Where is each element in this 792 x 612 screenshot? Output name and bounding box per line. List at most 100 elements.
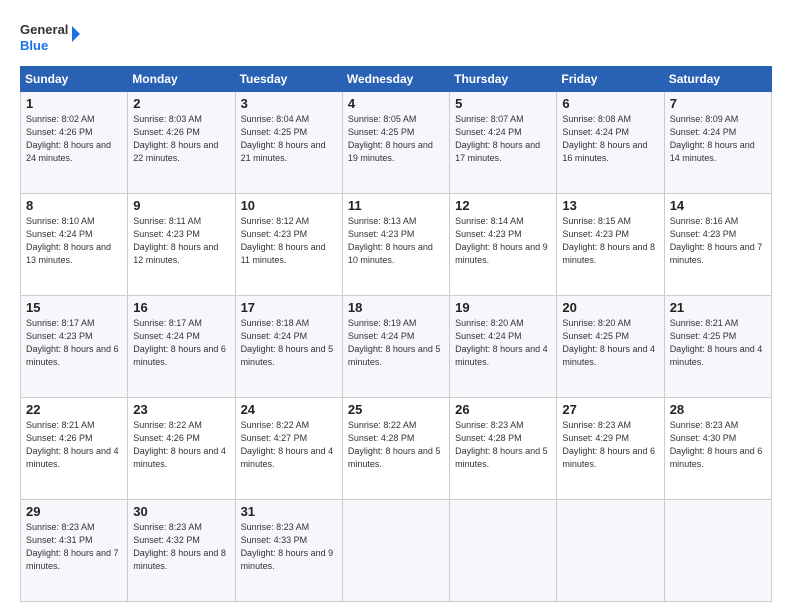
- day-number: 3: [241, 96, 337, 111]
- calendar-day-30: 30 Sunrise: 8:23 AMSunset: 4:32 PMDayligh…: [128, 500, 235, 602]
- calendar-day-18: 18 Sunrise: 8:19 AMSunset: 4:24 PMDayligh…: [342, 296, 449, 398]
- day-info: Sunrise: 8:22 AMSunset: 4:26 PMDaylight:…: [133, 420, 226, 469]
- header-saturday: Saturday: [664, 67, 771, 92]
- day-info: Sunrise: 8:23 AMSunset: 4:29 PMDaylight:…: [562, 420, 655, 469]
- day-number: 6: [562, 96, 658, 111]
- header-tuesday: Tuesday: [235, 67, 342, 92]
- day-number: 15: [26, 300, 122, 315]
- calendar-day-17: 17 Sunrise: 8:18 AMSunset: 4:24 PMDayligh…: [235, 296, 342, 398]
- calendar-day-2: 2 Sunrise: 8:03 AMSunset: 4:26 PMDaylight…: [128, 92, 235, 194]
- day-info: Sunrise: 8:11 AMSunset: 4:23 PMDaylight:…: [133, 216, 218, 265]
- calendar-day-6: 6 Sunrise: 8:08 AMSunset: 4:24 PMDaylight…: [557, 92, 664, 194]
- day-info: Sunrise: 8:08 AMSunset: 4:24 PMDaylight:…: [562, 114, 647, 163]
- day-number: 25: [348, 402, 444, 417]
- calendar-day-21: 21 Sunrise: 8:21 AMSunset: 4:25 PMDayligh…: [664, 296, 771, 398]
- day-info: Sunrise: 8:17 AMSunset: 4:24 PMDaylight:…: [133, 318, 226, 367]
- calendar-day-5: 5 Sunrise: 8:07 AMSunset: 4:24 PMDaylight…: [450, 92, 557, 194]
- day-info: Sunrise: 8:03 AMSunset: 4:26 PMDaylight:…: [133, 114, 218, 163]
- calendar-day-24: 24 Sunrise: 8:22 AMSunset: 4:27 PMDayligh…: [235, 398, 342, 500]
- calendar-day-10: 10 Sunrise: 8:12 AMSunset: 4:23 PMDayligh…: [235, 194, 342, 296]
- day-number: 1: [26, 96, 122, 111]
- day-info: Sunrise: 8:22 AMSunset: 4:27 PMDaylight:…: [241, 420, 334, 469]
- logo-svg: General Blue: [20, 18, 90, 56]
- calendar-day-19: 19 Sunrise: 8:20 AMSunset: 4:24 PMDayligh…: [450, 296, 557, 398]
- day-number: 27: [562, 402, 658, 417]
- day-info: Sunrise: 8:13 AMSunset: 4:23 PMDaylight:…: [348, 216, 433, 265]
- calendar: Sunday Monday Tuesday Wednesday Thursday…: [20, 66, 772, 602]
- empty-cell: [342, 500, 449, 602]
- day-number: 28: [670, 402, 766, 417]
- calendar-day-15: 15Sunrise: 8:17 AMSunset: 4:23 PMDayligh…: [21, 296, 128, 398]
- day-number: 8: [26, 198, 122, 213]
- calendar-day-7: 7 Sunrise: 8:09 AMSunset: 4:24 PMDaylight…: [664, 92, 771, 194]
- day-number: 18: [348, 300, 444, 315]
- day-info: Sunrise: 8:23 AMSunset: 4:33 PMDaylight:…: [241, 522, 334, 571]
- day-info: Sunrise: 8:20 AMSunset: 4:25 PMDaylight:…: [562, 318, 655, 367]
- header-sunday: Sunday: [21, 67, 128, 92]
- day-info: Sunrise: 8:21 AMSunset: 4:26 PMDaylight:…: [26, 420, 119, 469]
- day-number: 24: [241, 402, 337, 417]
- day-number: 19: [455, 300, 551, 315]
- day-number: 23: [133, 402, 229, 417]
- day-number: 13: [562, 198, 658, 213]
- day-info: Sunrise: 8:21 AMSunset: 4:25 PMDaylight:…: [670, 318, 763, 367]
- empty-cell: [450, 500, 557, 602]
- day-info: Sunrise: 8:14 AMSunset: 4:23 PMDaylight:…: [455, 216, 548, 265]
- logo: General Blue: [20, 18, 90, 56]
- weekday-header-row: Sunday Monday Tuesday Wednesday Thursday…: [21, 67, 772, 92]
- day-number: 12: [455, 198, 551, 213]
- calendar-day-27: 27 Sunrise: 8:23 AMSunset: 4:29 PMDayligh…: [557, 398, 664, 500]
- calendar-day-23: 23 Sunrise: 8:22 AMSunset: 4:26 PMDayligh…: [128, 398, 235, 500]
- day-number: 29: [26, 504, 122, 519]
- calendar-day-13: 13 Sunrise: 8:15 AMSunset: 4:23 PMDayligh…: [557, 194, 664, 296]
- calendar-day-26: 26Sunrise: 8:23 AMSunset: 4:28 PMDayligh…: [450, 398, 557, 500]
- calendar-week-2: 8 Sunrise: 8:10 AMSunset: 4:24 PMDaylight…: [21, 194, 772, 296]
- day-info: Sunrise: 8:22 AMSunset: 4:28 PMDaylight:…: [348, 420, 441, 469]
- calendar-day-8: 8 Sunrise: 8:10 AMSunset: 4:24 PMDaylight…: [21, 194, 128, 296]
- header-thursday: Thursday: [450, 67, 557, 92]
- day-number: 2: [133, 96, 229, 111]
- calendar-week-3: 15Sunrise: 8:17 AMSunset: 4:23 PMDayligh…: [21, 296, 772, 398]
- day-number: 21: [670, 300, 766, 315]
- day-number: 5: [455, 96, 551, 111]
- day-info: Sunrise: 8:18 AMSunset: 4:24 PMDaylight:…: [241, 318, 334, 367]
- day-number: 7: [670, 96, 766, 111]
- calendar-day-20: 20 Sunrise: 8:20 AMSunset: 4:25 PMDayligh…: [557, 296, 664, 398]
- day-info: Sunrise: 8:19 AMSunset: 4:24 PMDaylight:…: [348, 318, 441, 367]
- day-info: Sunrise: 8:20 AMSunset: 4:24 PMDaylight:…: [455, 318, 548, 367]
- calendar-week-5: 29 Sunrise: 8:23 AMSunset: 4:31 PMDayligh…: [21, 500, 772, 602]
- calendar-week-1: 1 Sunrise: 8:02 AMSunset: 4:26 PMDaylight…: [21, 92, 772, 194]
- day-info: Sunrise: 8:04 AMSunset: 4:25 PMDaylight:…: [241, 114, 326, 163]
- day-number: 26: [455, 402, 551, 417]
- day-info: Sunrise: 8:02 AMSunset: 4:26 PMDaylight:…: [26, 114, 111, 163]
- day-info: Sunrise: 8:23 AMSunset: 4:32 PMDaylight:…: [133, 522, 226, 571]
- day-info: Sunrise: 8:07 AMSunset: 4:24 PMDaylight:…: [455, 114, 540, 163]
- day-number: 14: [670, 198, 766, 213]
- day-number: 10: [241, 198, 337, 213]
- day-info: Sunrise: 8:23 AMSunset: 4:30 PMDaylight:…: [670, 420, 763, 469]
- calendar-day-25: 25 Sunrise: 8:22 AMSunset: 4:28 PMDayligh…: [342, 398, 449, 500]
- day-number: 31: [241, 504, 337, 519]
- calendar-day-29: 29 Sunrise: 8:23 AMSunset: 4:31 PMDayligh…: [21, 500, 128, 602]
- day-number: 16: [133, 300, 229, 315]
- day-number: 30: [133, 504, 229, 519]
- calendar-day-4: 4Sunrise: 8:05 AMSunset: 4:25 PMDaylight…: [342, 92, 449, 194]
- calendar-day-12: 12 Sunrise: 8:14 AMSunset: 4:23 PMDayligh…: [450, 194, 557, 296]
- day-info: Sunrise: 8:23 AMSunset: 4:31 PMDaylight:…: [26, 522, 119, 571]
- calendar-day-31: 31 Sunrise: 8:23 AMSunset: 4:33 PMDayligh…: [235, 500, 342, 602]
- calendar-day-3: 3 Sunrise: 8:04 AMSunset: 4:25 PMDaylight…: [235, 92, 342, 194]
- svg-text:Blue: Blue: [20, 38, 48, 53]
- day-number: 11: [348, 198, 444, 213]
- day-info: Sunrise: 8:10 AMSunset: 4:24 PMDaylight:…: [26, 216, 111, 265]
- header-wednesday: Wednesday: [342, 67, 449, 92]
- day-number: 17: [241, 300, 337, 315]
- day-info: Sunrise: 8:09 AMSunset: 4:24 PMDaylight:…: [670, 114, 755, 163]
- page: General Blue Sunday Monday Tuesday Wedne…: [0, 0, 792, 612]
- day-info: Sunrise: 8:15 AMSunset: 4:23 PMDaylight:…: [562, 216, 655, 265]
- day-number: 20: [562, 300, 658, 315]
- calendar-week-4: 22Sunrise: 8:21 AMSunset: 4:26 PMDayligh…: [21, 398, 772, 500]
- day-info: Sunrise: 8:12 AMSunset: 4:23 PMDaylight:…: [241, 216, 326, 265]
- calendar-day-14: 14Sunrise: 8:16 AMSunset: 4:23 PMDayligh…: [664, 194, 771, 296]
- day-info: Sunrise: 8:05 AMSunset: 4:25 PMDaylight:…: [348, 114, 433, 163]
- calendar-day-28: 28 Sunrise: 8:23 AMSunset: 4:30 PMDayligh…: [664, 398, 771, 500]
